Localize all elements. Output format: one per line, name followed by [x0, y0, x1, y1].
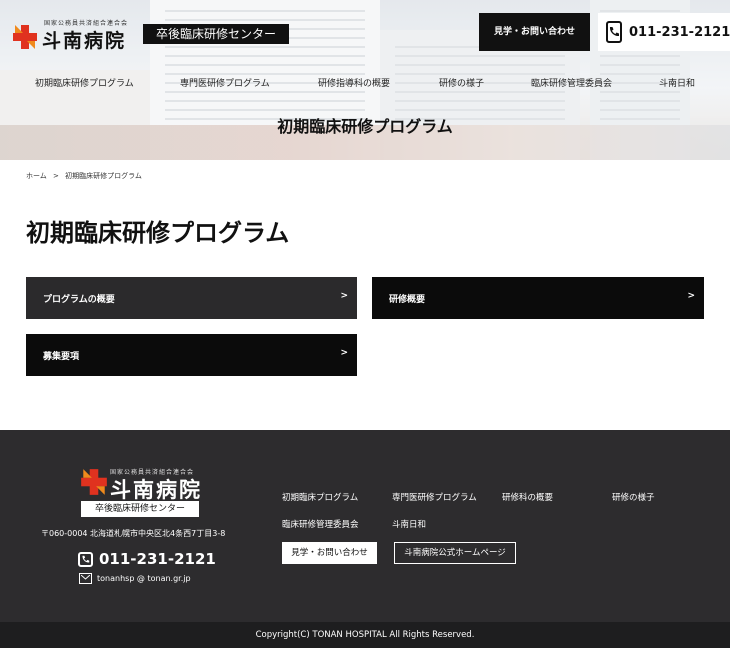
- footer-nav-departments[interactable]: 研修科の概要: [502, 491, 553, 503]
- footer-phone-number: 011-231-2121: [99, 550, 216, 568]
- hospital-cross-icon: [81, 469, 107, 495]
- mail-icon: [79, 573, 92, 584]
- nav-item-tonan-biyori[interactable]: 斗南日和: [659, 76, 695, 89]
- contact-button[interactable]: 見学・お問い合わせ: [479, 13, 590, 51]
- breadcrumb-current: 初期臨床研修プログラム: [65, 172, 142, 180]
- footer-email-address: tonanhsp @ tonan.gr.jp: [97, 574, 191, 583]
- chevron-right-icon: >: [687, 291, 695, 301]
- footer: [0, 430, 730, 622]
- card-label: 研修概要: [389, 294, 426, 305]
- footer-center-tag: 卒後臨床研修センター: [81, 501, 199, 517]
- copyright: Copyright(C) TONAN HOSPITAL All Rights R…: [0, 622, 730, 648]
- breadcrumb-home[interactable]: ホーム: [26, 172, 47, 180]
- breadcrumb: ホーム > 初期臨床研修プログラム: [26, 171, 146, 181]
- chevron-right-icon: >: [340, 348, 348, 358]
- footer-nav-committee[interactable]: 臨床研修管理委員会: [282, 518, 359, 530]
- nav-item-specialist-program[interactable]: 専門医研修プログラム: [180, 76, 270, 89]
- nav-item-departments[interactable]: 研修指導科の概要: [318, 76, 390, 89]
- logo-hospital-name: 斗南病院: [110, 477, 202, 502]
- footer-nav-training-scenes[interactable]: 研修の様子: [612, 491, 655, 503]
- card-program-overview[interactable]: プログラムの概要 >: [26, 277, 357, 319]
- footer-address: 〒060-0004 北海道札幌市中央区北4条西7丁目3-8: [41, 529, 226, 538]
- nav-item-training-scenes[interactable]: 研修の様子: [439, 76, 484, 89]
- footer-official-site-button[interactable]: 斗南病院公式ホームページ: [394, 542, 516, 564]
- phone-icon: [606, 21, 622, 43]
- footer-nav-specialist-program[interactable]: 専門医研修プログラム: [392, 491, 477, 503]
- center-tag[interactable]: 卒後臨床研修センター: [143, 24, 289, 44]
- card-recruitment[interactable]: 募集要項 >: [26, 334, 357, 376]
- hospital-cross-icon: [13, 25, 37, 49]
- nav-item-initial-program[interactable]: 初期臨床研修プログラム: [35, 76, 134, 89]
- phone-link[interactable]: 011-231-2121: [598, 13, 730, 51]
- card-label: プログラムの概要: [43, 294, 115, 305]
- footer-contact-button[interactable]: 見学・お問い合わせ: [282, 542, 377, 564]
- header-phone-number: 011-231-2121: [629, 24, 730, 40]
- card-label: 募集要項: [43, 351, 80, 362]
- chevron-right-icon: >: [340, 291, 348, 301]
- footer-logo[interactable]: 国家公務員共済組合連合会 斗南病院: [80, 465, 210, 502]
- card-training-overview[interactable]: 研修概要 >: [372, 277, 704, 319]
- breadcrumb-separator: >: [53, 172, 59, 180]
- hero-title: 初期臨床研修プログラム: [277, 117, 453, 136]
- phone-icon: [78, 551, 93, 567]
- page-title: 初期臨床研修プログラム: [26, 219, 290, 247]
- footer-nav-initial-program[interactable]: 初期臨床プログラム: [282, 491, 358, 503]
- logo-hospital-name: 斗南病院: [42, 30, 127, 52]
- nav-item-committee[interactable]: 臨床研修管理委員会: [531, 76, 612, 89]
- footer-nav-tonan-biyori[interactable]: 斗南日和: [392, 518, 426, 530]
- footer-email[interactable]: tonanhsp @ tonan.gr.jp: [79, 573, 191, 584]
- global-nav: 初期臨床研修プログラム 専門医研修プログラム 研修指導科の概要 研修の様子 臨床…: [0, 76, 730, 90]
- footer-phone[interactable]: 011-231-2121: [78, 550, 216, 568]
- hospital-logo[interactable]: 国家公務員共済組合連合会 斗南病院: [12, 18, 137, 52]
